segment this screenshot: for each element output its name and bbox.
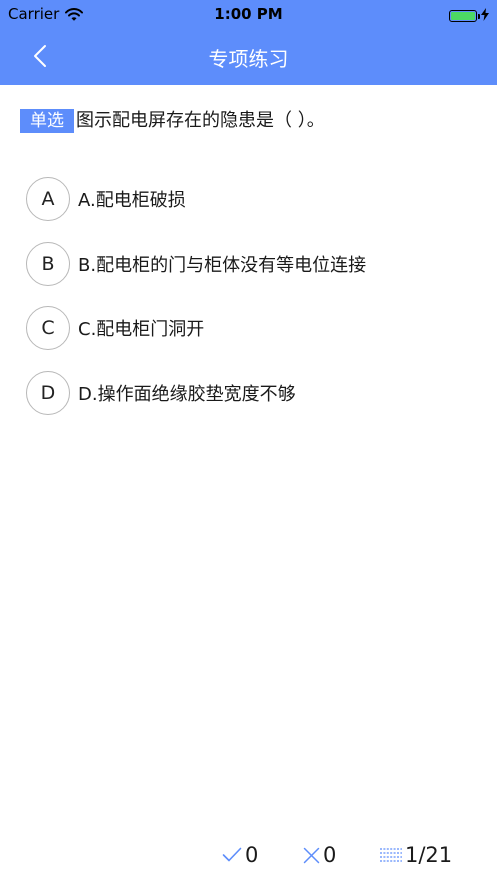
cross-icon xyxy=(303,847,320,864)
question-progress: 1/21 xyxy=(405,843,453,867)
question-text: 图示配电屏存在的隐患是（ ）。 xyxy=(76,110,325,131)
question-type-badge: 单选 xyxy=(20,109,74,133)
option-letter-circle[interactable]: C xyxy=(26,306,70,350)
status-bar: Carrier 1:00 PM xyxy=(0,0,497,30)
answer-sheet-icon xyxy=(380,847,402,863)
navigation-bar: 专项练习 xyxy=(0,30,497,85)
correct-count-button[interactable]: 0 xyxy=(222,843,258,867)
wrong-count: 0 xyxy=(323,843,337,867)
wrong-count-button[interactable]: 0 xyxy=(303,843,336,867)
correct-count: 0 xyxy=(245,843,259,867)
option-c[interactable]: C C.配电柜门洞开 xyxy=(26,305,486,351)
option-d[interactable]: D D.操作面绝缘胶垫宽度不够 xyxy=(26,370,486,416)
option-letter-circle[interactable]: A xyxy=(26,177,70,221)
battery-icon xyxy=(449,10,480,22)
charging-bolt-icon xyxy=(481,7,489,25)
question-stem: 单选 图示配电屏存在的隐患是（ ）。 xyxy=(20,108,480,134)
option-text[interactable]: A.配电柜破损 xyxy=(78,186,186,212)
option-letter-circle[interactable]: D xyxy=(26,370,70,415)
header-background: Carrier 1:00 PM 专项练习 xyxy=(0,0,497,85)
answer-options: A A.配电柜破损 B B.配电柜的门与柜体没有等电位连接 C C.配电柜门洞开… xyxy=(26,176,486,434)
page-title: 专项练习 xyxy=(208,47,289,71)
option-text[interactable]: C.配电柜门洞开 xyxy=(78,315,204,341)
clock: 1:00 PM xyxy=(214,5,283,23)
answer-sheet-button[interactable]: 1/21 xyxy=(380,843,452,867)
option-b[interactable]: B B.配电柜的门与柜体没有等电位连接 xyxy=(26,241,486,287)
bottom-toolbar: 0 0 1/21 xyxy=(0,838,497,874)
battery-level xyxy=(451,12,475,20)
battery-indicator xyxy=(449,7,489,25)
option-letter-circle[interactable]: B xyxy=(26,241,70,286)
option-text[interactable]: D.操作面绝缘胶垫宽度不够 xyxy=(78,380,296,406)
check-icon xyxy=(222,847,242,863)
option-text[interactable]: B.配电柜的门与柜体没有等电位连接 xyxy=(78,251,366,277)
option-a[interactable]: A A.配电柜破损 xyxy=(26,176,486,222)
